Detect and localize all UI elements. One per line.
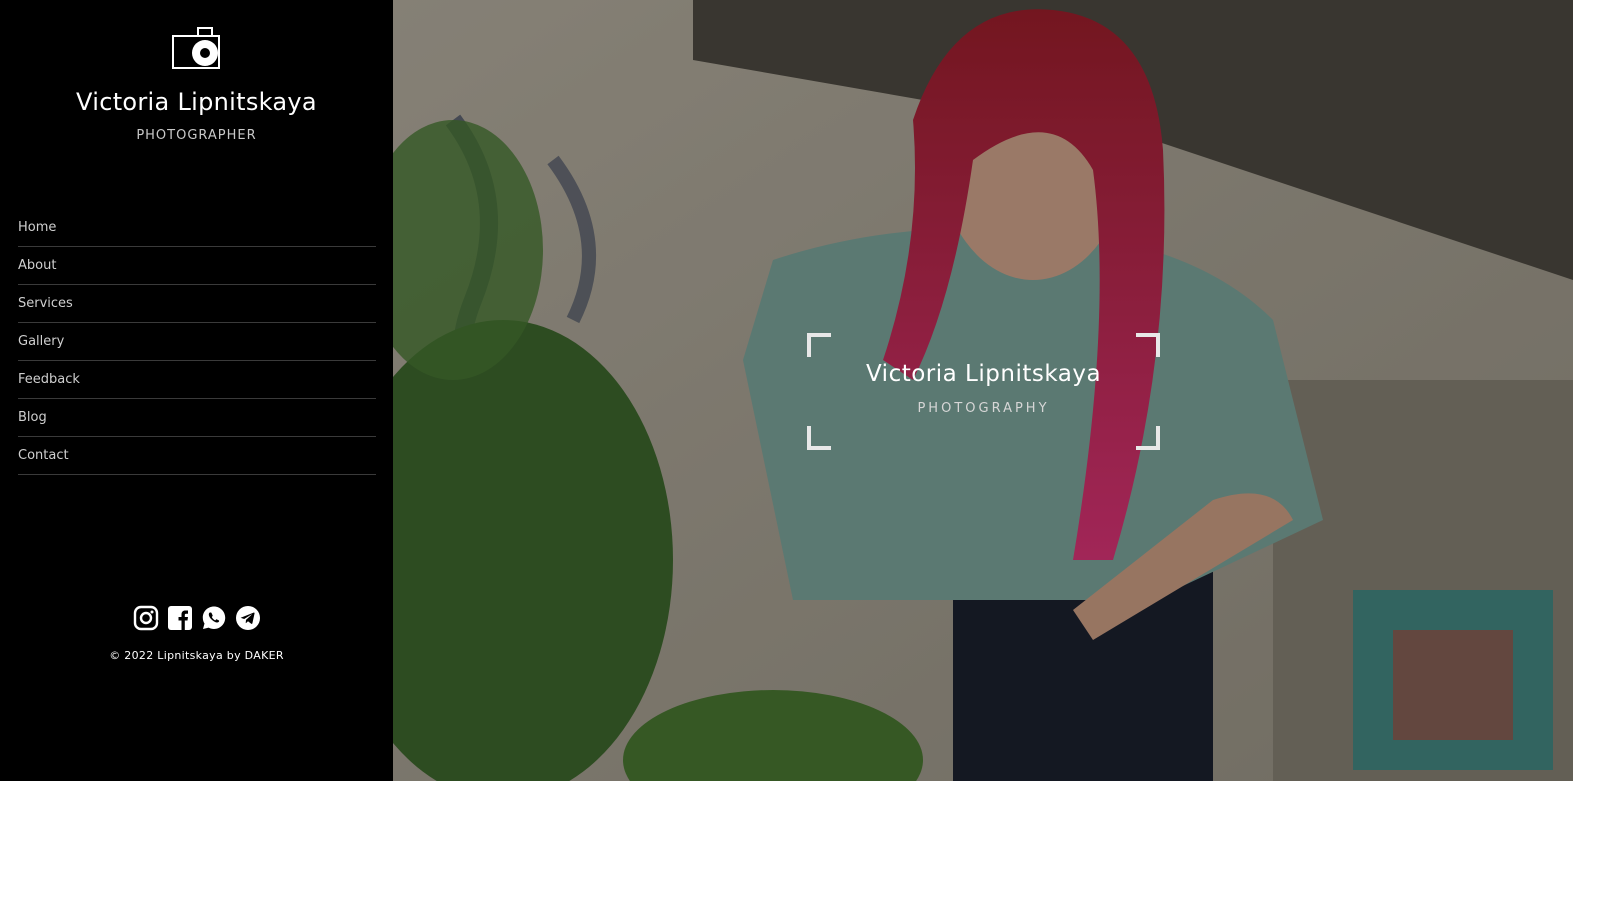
frame-corner — [1136, 333, 1160, 357]
telegram-icon[interactable] — [235, 605, 261, 631]
main-nav: Home About Services Gallery Feedback Blo… — [18, 209, 376, 475]
nav-item-home[interactable]: Home — [18, 209, 376, 247]
nav-item-about[interactable]: About — [18, 247, 376, 285]
sidebar: Victoria Lipnitskaya PHOTOGRAPHER Home A… — [0, 0, 393, 781]
nav-item-feedback[interactable]: Feedback — [18, 361, 376, 399]
frame-corner — [807, 333, 831, 357]
copyright: © 2022 Lipnitskaya by DAKER — [109, 649, 284, 662]
nav-item-blog[interactable]: Blog — [18, 399, 376, 437]
frame-corner — [807, 426, 831, 450]
site-role: PHOTOGRAPHER — [136, 128, 257, 143]
hero-frame: Victoria Lipnitskaya PHOTOGRAPHY — [807, 333, 1160, 450]
nav-item-gallery[interactable]: Gallery — [18, 323, 376, 361]
hero: Victoria Lipnitskaya PHOTOGRAPHY — [393, 0, 1573, 781]
hero-title: Victoria Lipnitskaya — [865, 361, 1102, 387]
site-name[interactable]: Victoria Lipnitskaya — [0, 88, 393, 116]
whatsapp-icon[interactable] — [201, 605, 227, 631]
facebook-icon[interactable] — [167, 605, 193, 631]
camera-icon[interactable] — [171, 26, 223, 70]
nav-item-services[interactable]: Services — [18, 285, 376, 323]
social-links — [0, 605, 393, 631]
frame-corner — [1136, 426, 1160, 450]
hero-subtitle: PHOTOGRAPHY — [917, 401, 1050, 416]
nav-item-contact[interactable]: Contact — [18, 437, 376, 475]
instagram-icon[interactable] — [133, 605, 159, 631]
